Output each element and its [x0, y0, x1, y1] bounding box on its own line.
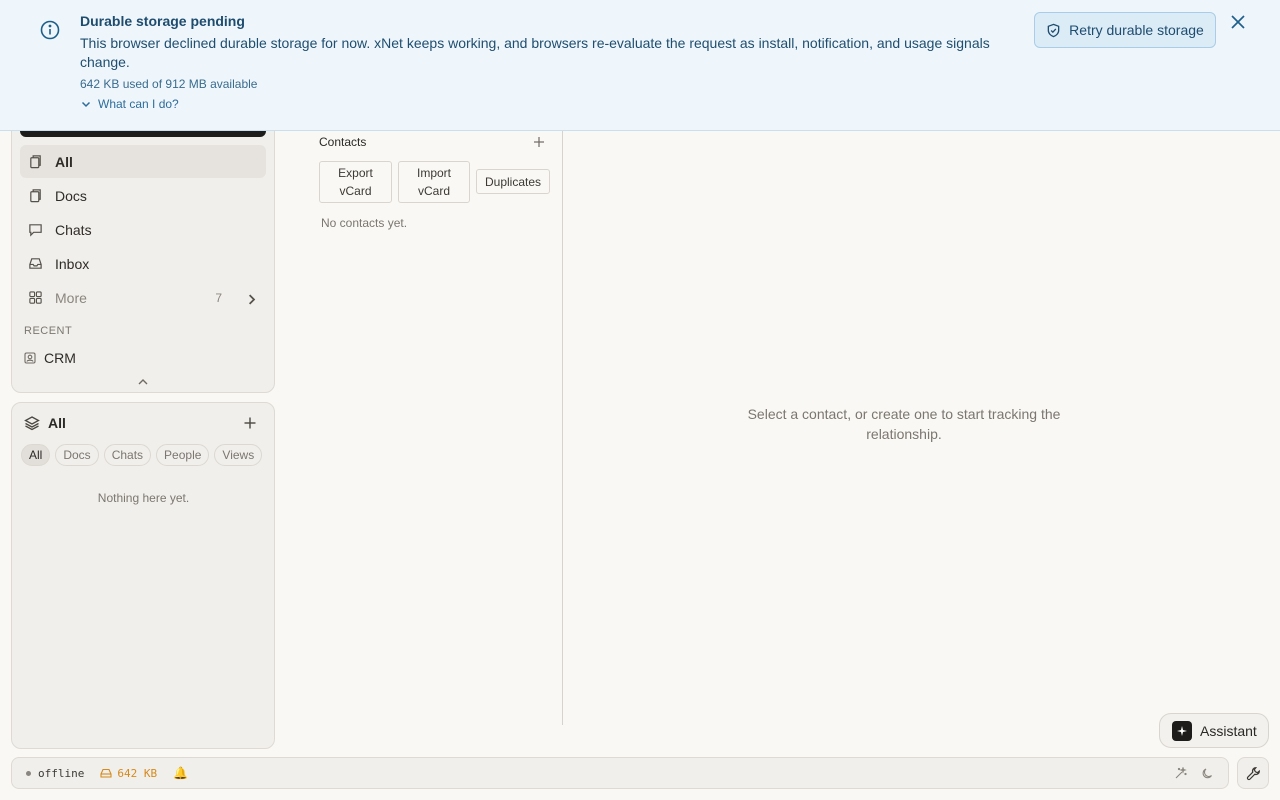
drive-icon [100, 768, 112, 778]
import-vcard-button[interactable]: Import vCard [398, 161, 470, 203]
sidebar-item-docs[interactable]: Docs [20, 179, 266, 212]
retry-durable-storage-button[interactable]: Retry durable storage [1034, 12, 1216, 48]
moon-icon[interactable] [1201, 767, 1214, 780]
connection-status[interactable]: offline [38, 767, 84, 780]
sidebar-item-label: Docs [55, 187, 87, 204]
sidebar-item-chats[interactable]: Chats [20, 213, 266, 246]
close-banner-icon[interactable] [1228, 12, 1248, 32]
filter-chip-chats[interactable]: Chats [103, 444, 152, 466]
export-vcard-button[interactable]: Export vCard [319, 161, 392, 203]
filter-chip-docs[interactable]: Docs [55, 444, 99, 466]
storage-banner: Durable storage pending This browser dec… [0, 0, 1280, 131]
layers-icon [24, 415, 40, 431]
contacts-empty-text: No contacts yet. [321, 216, 408, 230]
grid-icon [28, 290, 43, 305]
contact-icon [24, 352, 36, 364]
sidebar-item-label: Inbox [55, 255, 90, 272]
filter-chip-people[interactable]: People [156, 444, 210, 466]
add-contact-icon[interactable] [533, 136, 545, 148]
chevron-right-icon [244, 292, 256, 304]
doc-icon [28, 188, 43, 203]
contact-detail-placeholder: Select a contact, or create one to start… [747, 406, 1061, 442]
storage-status[interactable]: 642 KB [100, 767, 157, 780]
status-bar: offline 642 KB 🔔 [11, 757, 1229, 789]
sidebar-search-bar[interactable] [20, 131, 266, 137]
magic-wand-icon[interactable] [1174, 766, 1187, 780]
sidebar-item-inbox[interactable]: Inbox [20, 247, 266, 280]
status-right-controls [1174, 766, 1228, 780]
banner-message: This browser declined durable storage fo… [80, 35, 990, 70]
sidebar-item-all[interactable]: All [20, 145, 266, 178]
sidebar-item-label: All [55, 153, 73, 170]
column-divider[interactable] [562, 131, 563, 725]
storage-usage: 642 KB used of 912 MB available [80, 77, 258, 91]
chevron-up-icon[interactable] [136, 376, 150, 388]
library-title: All [48, 415, 66, 431]
retry-label: Retry durable storage [1069, 22, 1204, 38]
recent-section-label: RECENT [24, 325, 73, 337]
what-can-i-do-label: What can I do? [98, 97, 179, 111]
files-icon [28, 154, 43, 169]
filter-chip-all[interactable]: All [21, 444, 51, 466]
bell-icon[interactable]: 🔔 [173, 766, 188, 780]
what-can-i-do-toggle[interactable]: What can I do? [80, 97, 179, 111]
library-filters: All Docs Chats People Views [21, 444, 263, 466]
contacts-title: Contacts [319, 135, 367, 149]
assistant-label: Assistant [1200, 722, 1257, 739]
sidebar-item-label: Chats [55, 221, 92, 238]
info-icon [40, 20, 60, 40]
banner-title: Durable storage pending [80, 13, 245, 29]
sidebar-item-more[interactable]: More 7 [20, 281, 266, 314]
duplicates-button[interactable]: Duplicates [476, 169, 550, 194]
filter-chip-views[interactable]: Views [214, 444, 263, 466]
chat-icon [28, 222, 43, 237]
inbox-icon [28, 256, 43, 271]
sparkle-icon [1172, 720, 1192, 741]
wrench-icon[interactable] [1237, 757, 1269, 789]
sidebar-item-label: More [55, 289, 87, 306]
storage-value: 642 KB [117, 766, 158, 780]
shield-check-icon [1046, 23, 1061, 38]
more-count-badge: 7 [215, 290, 222, 305]
recent-item-label: CRM [44, 350, 76, 366]
recent-item-crm[interactable]: CRM [24, 348, 76, 368]
library-header: All [24, 415, 66, 431]
add-icon[interactable] [243, 416, 257, 430]
chevron-down-icon [80, 98, 92, 110]
connection-dot [26, 770, 31, 776]
assistant-button[interactable]: Assistant [1159, 713, 1269, 748]
library-empty-text: Nothing here yet. [97, 491, 190, 505]
